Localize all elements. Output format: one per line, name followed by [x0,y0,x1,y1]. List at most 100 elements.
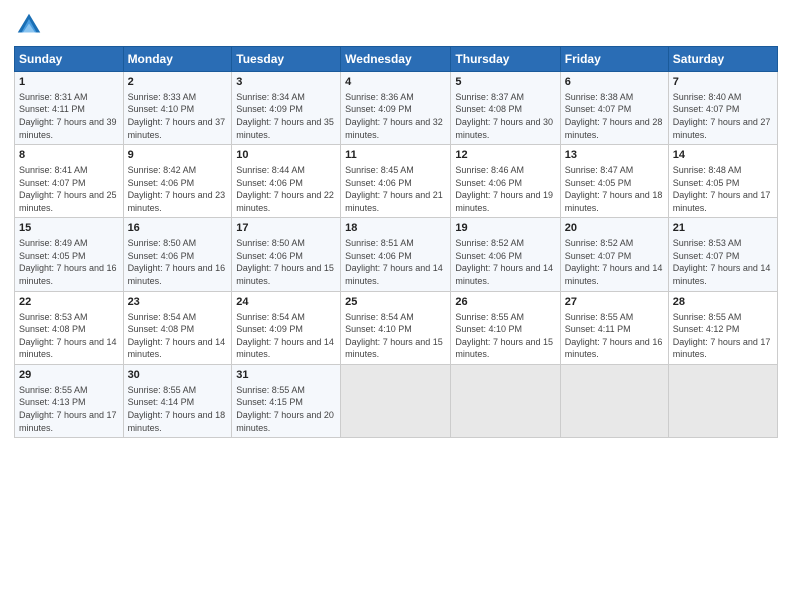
day-detail: Sunrise: 8:53 AMSunset: 4:07 PMDaylight:… [673,237,773,287]
calendar-cell [560,364,668,437]
day-number: 13 [565,148,664,163]
calendar-cell: 28Sunrise: 8:55 AMSunset: 4:12 PMDayligh… [668,291,777,364]
calendar-cell: 5Sunrise: 8:37 AMSunset: 4:08 PMDaylight… [451,72,560,145]
day-number: 4 [345,75,446,90]
day-detail: Sunrise: 8:37 AMSunset: 4:08 PMDaylight:… [455,91,555,141]
calendar-cell: 8Sunrise: 8:41 AMSunset: 4:07 PMDaylight… [15,145,124,218]
day-number: 10 [236,148,336,163]
calendar-cell: 12Sunrise: 8:46 AMSunset: 4:06 PMDayligh… [451,145,560,218]
logo [14,10,48,40]
calendar-cell: 21Sunrise: 8:53 AMSunset: 4:07 PMDayligh… [668,218,777,291]
calendar-cell: 2Sunrise: 8:33 AMSunset: 4:10 PMDaylight… [123,72,232,145]
calendar-cell: 25Sunrise: 8:54 AMSunset: 4:10 PMDayligh… [341,291,451,364]
day-number: 2 [128,75,228,90]
calendar-cell: 31Sunrise: 8:55 AMSunset: 4:15 PMDayligh… [232,364,341,437]
calendar-body: 1Sunrise: 8:31 AMSunset: 4:11 PMDaylight… [15,72,778,438]
calendar-table: SundayMondayTuesdayWednesdayThursdayFrid… [14,46,778,438]
week-row-5: 29Sunrise: 8:55 AMSunset: 4:13 PMDayligh… [15,364,778,437]
week-row-3: 15Sunrise: 8:49 AMSunset: 4:05 PMDayligh… [15,218,778,291]
day-number: 9 [128,148,228,163]
day-detail: Sunrise: 8:55 AMSunset: 4:13 PMDaylight:… [19,384,119,434]
day-detail: Sunrise: 8:41 AMSunset: 4:07 PMDaylight:… [19,164,119,214]
calendar-cell: 7Sunrise: 8:40 AMSunset: 4:07 PMDaylight… [668,72,777,145]
calendar-cell: 17Sunrise: 8:50 AMSunset: 4:06 PMDayligh… [232,218,341,291]
day-number: 17 [236,221,336,236]
header-day-saturday: Saturday [668,47,777,72]
day-number: 26 [455,295,555,310]
day-number: 11 [345,148,446,163]
day-number: 25 [345,295,446,310]
calendar-cell: 13Sunrise: 8:47 AMSunset: 4:05 PMDayligh… [560,145,668,218]
day-detail: Sunrise: 8:42 AMSunset: 4:06 PMDaylight:… [128,164,228,214]
day-number: 5 [455,75,555,90]
calendar-cell: 18Sunrise: 8:51 AMSunset: 4:06 PMDayligh… [341,218,451,291]
day-detail: Sunrise: 8:55 AMSunset: 4:15 PMDaylight:… [236,384,336,434]
day-detail: Sunrise: 8:54 AMSunset: 4:10 PMDaylight:… [345,311,446,361]
day-detail: Sunrise: 8:54 AMSunset: 4:08 PMDaylight:… [128,311,228,361]
calendar-cell: 6Sunrise: 8:38 AMSunset: 4:07 PMDaylight… [560,72,668,145]
day-detail: Sunrise: 8:44 AMSunset: 4:06 PMDaylight:… [236,164,336,214]
day-detail: Sunrise: 8:54 AMSunset: 4:09 PMDaylight:… [236,311,336,361]
week-row-2: 8Sunrise: 8:41 AMSunset: 4:07 PMDaylight… [15,145,778,218]
week-row-4: 22Sunrise: 8:53 AMSunset: 4:08 PMDayligh… [15,291,778,364]
calendar-cell [451,364,560,437]
calendar-cell: 11Sunrise: 8:45 AMSunset: 4:06 PMDayligh… [341,145,451,218]
day-number: 24 [236,295,336,310]
day-number: 16 [128,221,228,236]
calendar-cell [668,364,777,437]
calendar-cell [341,364,451,437]
day-number: 30 [128,368,228,383]
day-number: 3 [236,75,336,90]
day-detail: Sunrise: 8:55 AMSunset: 4:12 PMDaylight:… [673,311,773,361]
calendar-cell: 27Sunrise: 8:55 AMSunset: 4:11 PMDayligh… [560,291,668,364]
calendar-cell: 20Sunrise: 8:52 AMSunset: 4:07 PMDayligh… [560,218,668,291]
day-number: 29 [19,368,119,383]
day-detail: Sunrise: 8:50 AMSunset: 4:06 PMDaylight:… [128,237,228,287]
header-day-wednesday: Wednesday [341,47,451,72]
day-detail: Sunrise: 8:47 AMSunset: 4:05 PMDaylight:… [565,164,664,214]
day-detail: Sunrise: 8:55 AMSunset: 4:14 PMDaylight:… [128,384,228,434]
day-number: 8 [19,148,119,163]
header-day-thursday: Thursday [451,47,560,72]
calendar-cell: 3Sunrise: 8:34 AMSunset: 4:09 PMDaylight… [232,72,341,145]
header-day-sunday: Sunday [15,47,124,72]
day-number: 20 [565,221,664,236]
calendar-cell: 26Sunrise: 8:55 AMSunset: 4:10 PMDayligh… [451,291,560,364]
calendar-cell: 15Sunrise: 8:49 AMSunset: 4:05 PMDayligh… [15,218,124,291]
day-number: 31 [236,368,336,383]
header [14,10,778,40]
day-detail: Sunrise: 8:31 AMSunset: 4:11 PMDaylight:… [19,91,119,141]
header-day-friday: Friday [560,47,668,72]
calendar-cell: 9Sunrise: 8:42 AMSunset: 4:06 PMDaylight… [123,145,232,218]
page: SundayMondayTuesdayWednesdayThursdayFrid… [0,0,792,612]
calendar-cell: 4Sunrise: 8:36 AMSunset: 4:09 PMDaylight… [341,72,451,145]
day-detail: Sunrise: 8:52 AMSunset: 4:06 PMDaylight:… [455,237,555,287]
day-detail: Sunrise: 8:55 AMSunset: 4:11 PMDaylight:… [565,311,664,361]
calendar-cell: 23Sunrise: 8:54 AMSunset: 4:08 PMDayligh… [123,291,232,364]
calendar-cell: 29Sunrise: 8:55 AMSunset: 4:13 PMDayligh… [15,364,124,437]
week-row-1: 1Sunrise: 8:31 AMSunset: 4:11 PMDaylight… [15,72,778,145]
calendar-cell: 16Sunrise: 8:50 AMSunset: 4:06 PMDayligh… [123,218,232,291]
day-number: 28 [673,295,773,310]
day-detail: Sunrise: 8:51 AMSunset: 4:06 PMDaylight:… [345,237,446,287]
day-number: 27 [565,295,664,310]
day-detail: Sunrise: 8:52 AMSunset: 4:07 PMDaylight:… [565,237,664,287]
calendar-cell: 14Sunrise: 8:48 AMSunset: 4:05 PMDayligh… [668,145,777,218]
day-number: 22 [19,295,119,310]
day-detail: Sunrise: 8:36 AMSunset: 4:09 PMDaylight:… [345,91,446,141]
day-detail: Sunrise: 8:34 AMSunset: 4:09 PMDaylight:… [236,91,336,141]
day-detail: Sunrise: 8:45 AMSunset: 4:06 PMDaylight:… [345,164,446,214]
header-row: SundayMondayTuesdayWednesdayThursdayFrid… [15,47,778,72]
header-day-tuesday: Tuesday [232,47,341,72]
day-detail: Sunrise: 8:40 AMSunset: 4:07 PMDaylight:… [673,91,773,141]
day-number: 18 [345,221,446,236]
day-detail: Sunrise: 8:33 AMSunset: 4:10 PMDaylight:… [128,91,228,141]
day-detail: Sunrise: 8:49 AMSunset: 4:05 PMDaylight:… [19,237,119,287]
calendar-cell: 1Sunrise: 8:31 AMSunset: 4:11 PMDaylight… [15,72,124,145]
day-number: 7 [673,75,773,90]
day-number: 15 [19,221,119,236]
day-number: 12 [455,148,555,163]
calendar-header: SundayMondayTuesdayWednesdayThursdayFrid… [15,47,778,72]
day-number: 1 [19,75,119,90]
day-detail: Sunrise: 8:46 AMSunset: 4:06 PMDaylight:… [455,164,555,214]
